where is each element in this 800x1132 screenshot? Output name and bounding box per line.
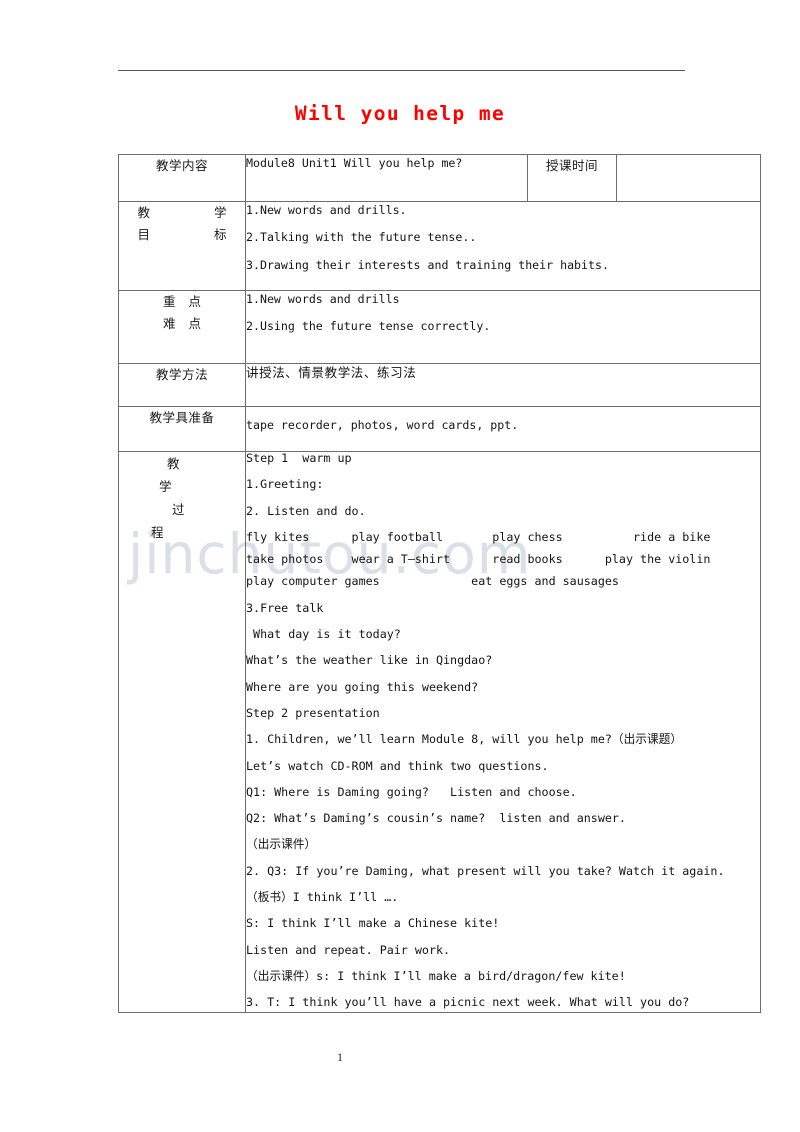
header-rule bbox=[118, 70, 685, 71]
label-teaching-process: 教 学 过 程 bbox=[118, 450, 246, 1014]
process-line: take photos wear a T—shirt read books pl… bbox=[246, 552, 711, 567]
teaching-methods-text: 讲授法、情景教学法、练习法 bbox=[246, 365, 417, 380]
key-points-label-line1: 重点 bbox=[162, 294, 215, 309]
process-line: Let’s watch CD-ROM and think two questio… bbox=[246, 758, 549, 773]
key-point-item: 2.Using the future tense correctly. bbox=[246, 319, 491, 334]
objective-item: 1.New words and drills. bbox=[246, 203, 407, 217]
process-line: 2. Listen and do. bbox=[246, 503, 366, 518]
process-line: 3. T: I think you’ll have a picnic next … bbox=[246, 995, 690, 1010]
teaching-content-text: Module8 Unit1 Will you help me? bbox=[246, 156, 463, 170]
key-points-label-line2: 难点 bbox=[162, 315, 215, 331]
process-label-char-2: 学 bbox=[159, 479, 172, 495]
process-line: Step 2 presentation bbox=[246, 705, 380, 720]
value-class-time bbox=[616, 154, 761, 202]
process-line: play computer games eat eggs and sausage… bbox=[246, 574, 619, 589]
value-teaching-materials: tape recorder, photos, word cards, ppt. bbox=[245, 406, 761, 452]
process-label-char-3: 过 bbox=[172, 502, 185, 518]
objective-item: 3.Drawing their interests and training t… bbox=[246, 257, 609, 272]
label-teaching-methods: 教学方法 bbox=[118, 363, 246, 407]
document-page: Will you help me jinchutou.com 教学内容 Modu… bbox=[0, 0, 800, 1132]
process-line: fly kites play football play chess ride … bbox=[246, 529, 711, 544]
value-teaching-process: Step 1 warm up 1.Greeting: 2. Listen and… bbox=[245, 450, 761, 1014]
process-line: Step 1 warm up bbox=[246, 451, 352, 465]
table-row-process: 教 学 过 程 Step 1 warm up 1.Greeting: 2. Li… bbox=[118, 450, 761, 1014]
page-number: 1 bbox=[337, 1052, 343, 1064]
page-title: Will you help me bbox=[294, 102, 506, 125]
lesson-plan-table: 教学内容 Module8 Unit1 Will you help me? 授课时… bbox=[118, 154, 761, 1014]
process-line: 3.Free talk bbox=[246, 600, 324, 615]
process-line: 1. Children, we’ll learn Module 8, will … bbox=[246, 732, 683, 747]
process-line: Where are you going this weekend? bbox=[246, 679, 479, 694]
table-row-content: 教学内容 Module8 Unit1 Will you help me? 授课时… bbox=[118, 154, 761, 202]
process-label-char-1: 教 bbox=[167, 456, 180, 471]
process-line: 1.Greeting: bbox=[246, 477, 324, 492]
process-line: What’s the weather like in Qingdao? bbox=[246, 653, 493, 668]
process-line: （板书）I think I’ll …. bbox=[246, 890, 399, 905]
value-key-difficult-points: 1.New words and drills 2.Using the futur… bbox=[245, 290, 761, 364]
process-label-char-4: 程 bbox=[151, 525, 164, 541]
value-teaching-objectives: 1.New words and drills. 2.Talking with t… bbox=[245, 201, 761, 291]
value-teaching-methods: 讲授法、情景教学法、练习法 bbox=[245, 363, 761, 407]
process-line: Q2: What’s Daming’s cousin’s name? liste… bbox=[246, 811, 626, 826]
label-key-difficult-points: 重点 难点 bbox=[118, 290, 246, 364]
objectives-label-line1: 教 学 bbox=[137, 205, 240, 220]
process-line: Q1: Where is Daming going? Listen and ch… bbox=[246, 784, 577, 799]
label-teaching-content: 教学内容 bbox=[118, 154, 246, 202]
label-class-time: 授课时间 bbox=[527, 154, 617, 202]
process-line: 2. Q3: If you’re Daming, what present wi… bbox=[246, 863, 725, 878]
process-line: （出示课件）s: I think I’ll make a bird/dragon… bbox=[246, 968, 626, 983]
process-line: （出示课件） bbox=[246, 837, 317, 852]
key-point-item: 1.New words and drills bbox=[246, 292, 400, 306]
teaching-materials-text: tape recorder, photos, word cards, ppt. bbox=[246, 418, 519, 432]
table-row-materials: 教学具准备 tape recorder, photos, word cards,… bbox=[118, 406, 761, 452]
objectives-label-line2: 目 标 bbox=[137, 226, 240, 242]
table-row-key-points: 重点 难点 1.New words and drills 2.Using the… bbox=[118, 290, 761, 364]
value-teaching-content: Module8 Unit1 Will you help me? bbox=[245, 154, 528, 202]
label-teaching-objectives: 教 学 目 标 bbox=[118, 201, 246, 291]
process-line: Listen and repeat. Pair work. bbox=[246, 942, 451, 957]
objective-item: 2.Talking with the future tense.. bbox=[246, 230, 477, 245]
table-row-objectives: 教 学 目 标 1.New words and drills. 2.Talkin… bbox=[118, 201, 761, 291]
table-row-methods: 教学方法 讲授法、情景教学法、练习法 bbox=[118, 363, 761, 407]
process-line: What day is it today? bbox=[246, 627, 401, 642]
process-line: S: I think I’ll make a Chinese kite! bbox=[246, 916, 500, 931]
label-teaching-materials: 教学具准备 bbox=[118, 406, 246, 452]
